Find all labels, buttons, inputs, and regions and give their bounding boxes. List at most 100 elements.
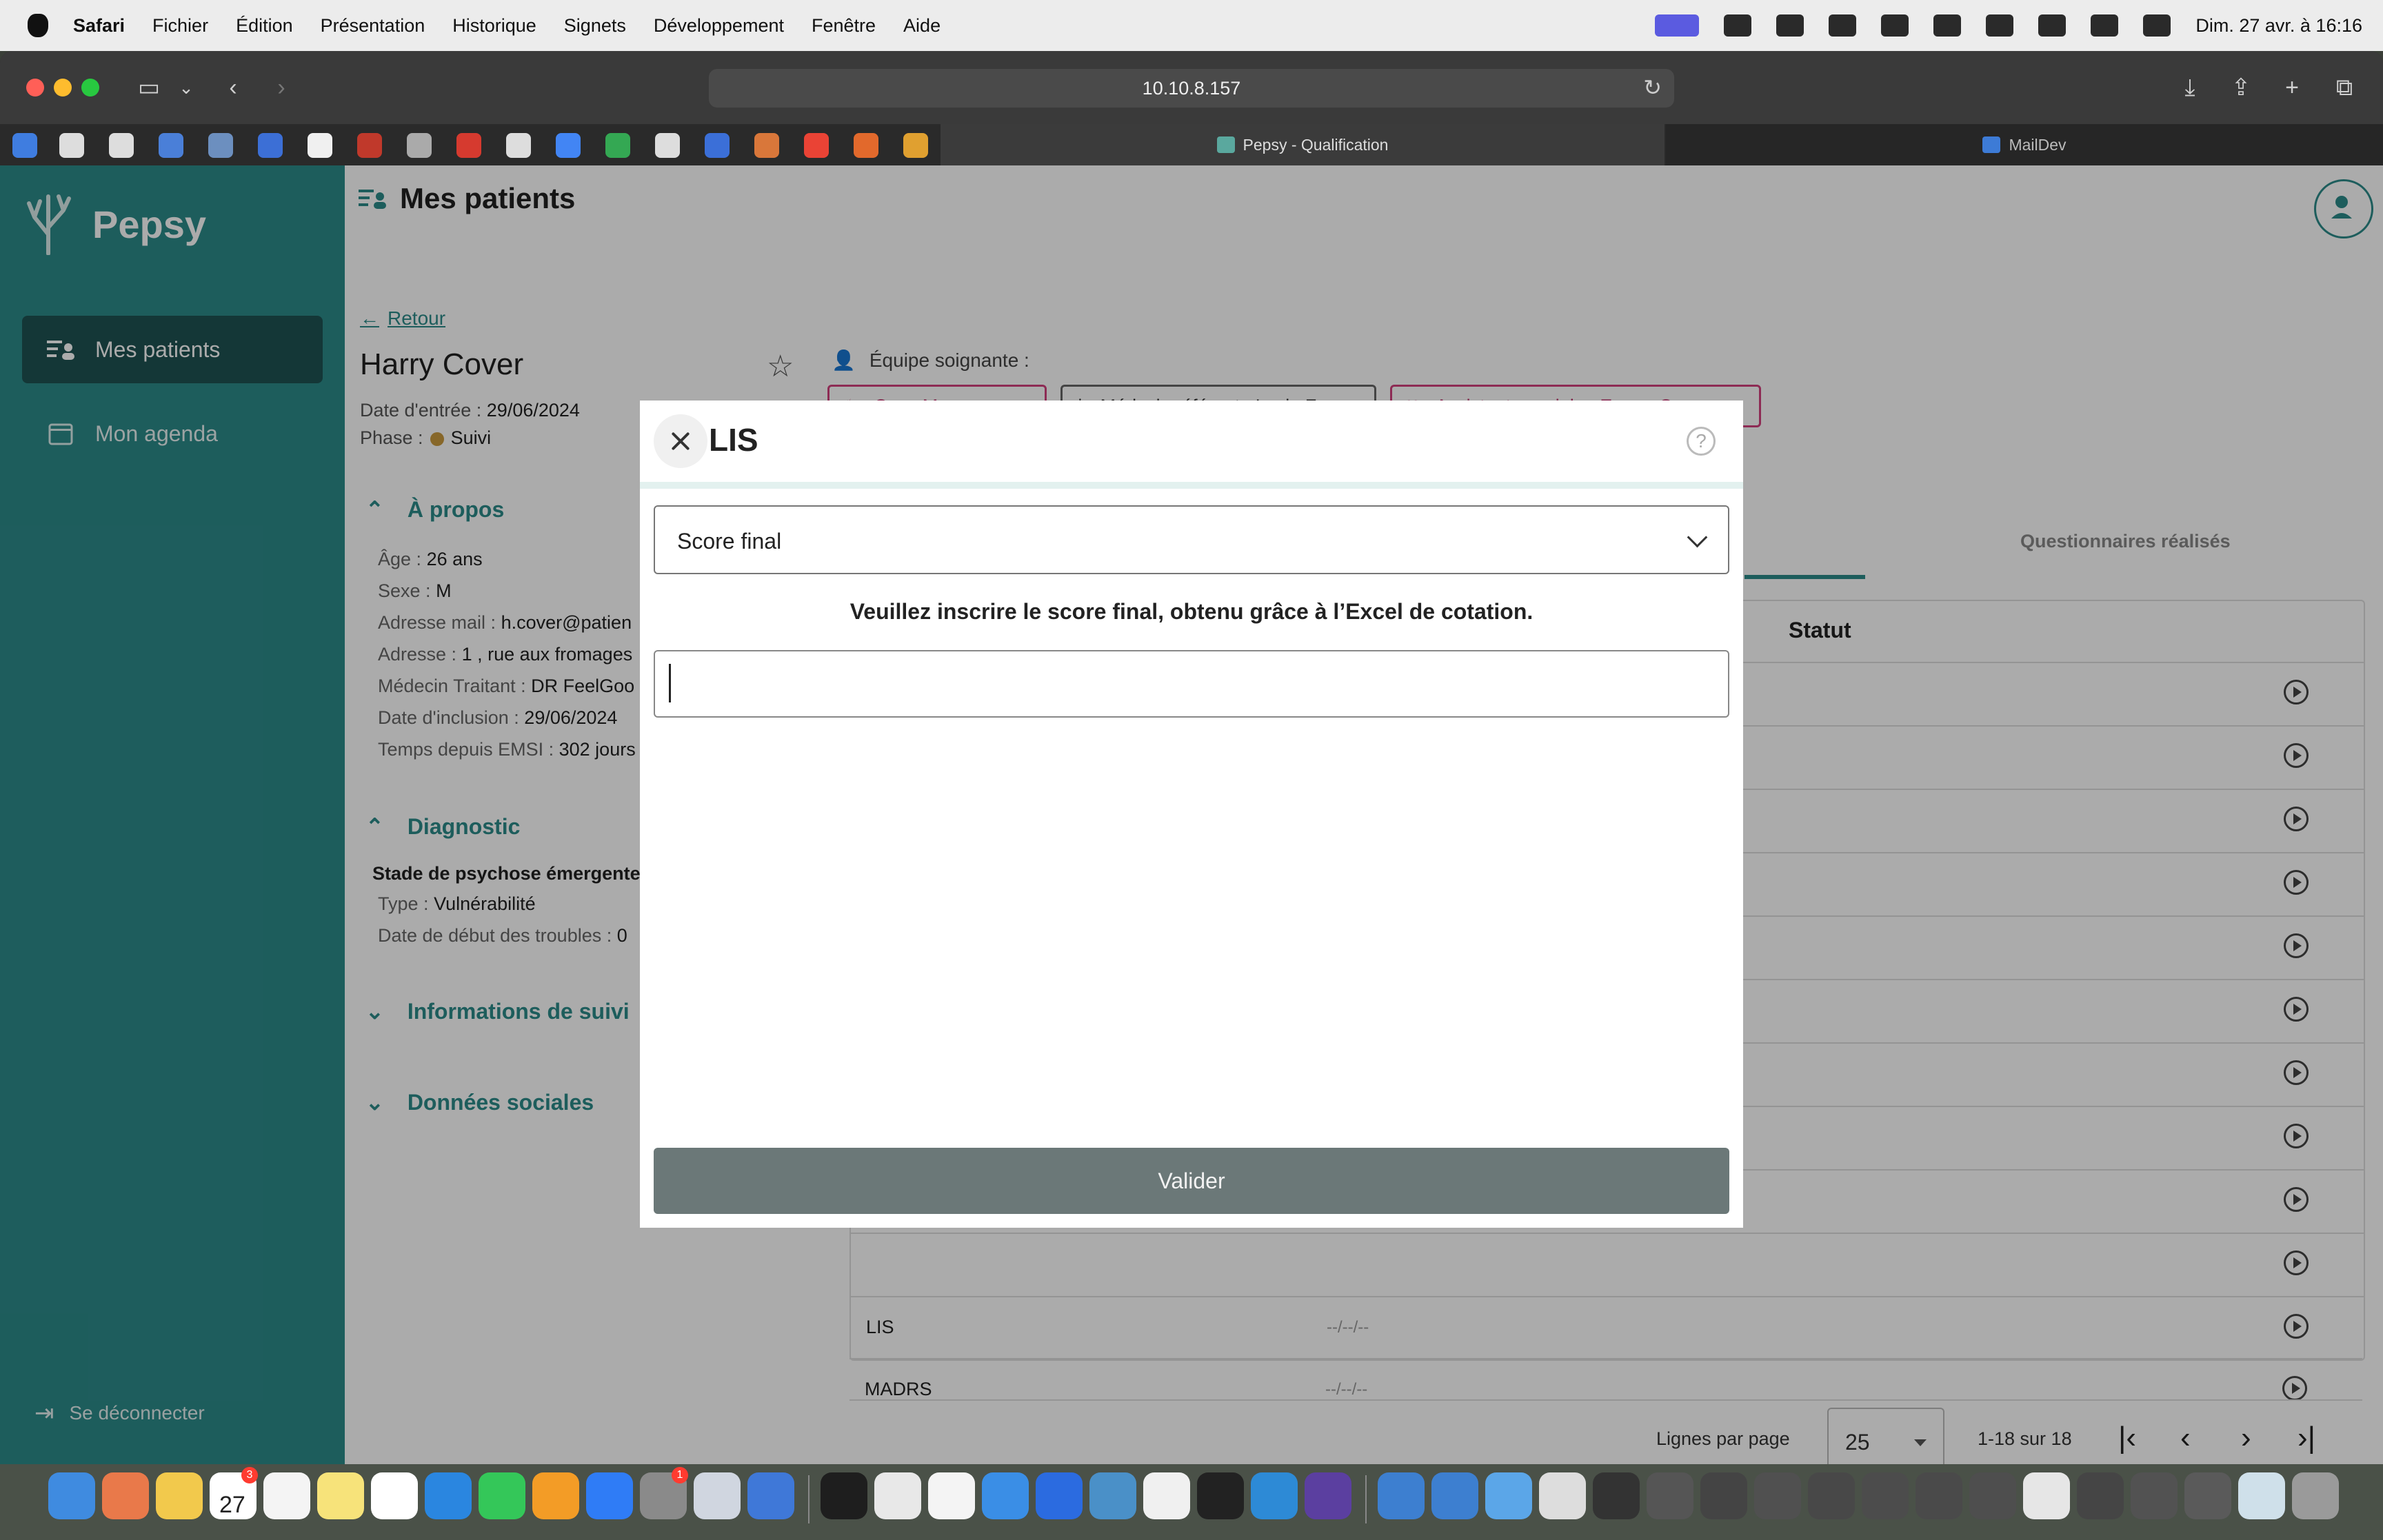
downloads-folder-icon[interactable] (1485, 1472, 1532, 1519)
window-thumbnail-icon-6[interactable] (1808, 1472, 1855, 1519)
claude-favicon-icon[interactable] (754, 133, 779, 158)
translate-icon[interactable] (1776, 14, 1804, 37)
launchpad-icon[interactable] (102, 1472, 149, 1519)
pages-icon[interactable] (532, 1472, 579, 1519)
wifi-icon[interactable] (2038, 14, 2067, 37)
score-type-select[interactable]: Score final (654, 505, 1729, 574)
menu-historique[interactable]: Historique (452, 15, 536, 37)
window-thumbnail-icon-5[interactable] (1754, 1472, 1801, 1519)
window-thumbnail-icon-13[interactable] (2184, 1472, 2231, 1519)
xcode-icon[interactable] (747, 1472, 794, 1519)
favicon-icon-7[interactable] (308, 133, 332, 158)
favicon-icon-13[interactable] (605, 133, 630, 158)
back-arrow-icon[interactable]: ‹ (219, 74, 247, 101)
elephant-app-icon[interactable] (1143, 1472, 1190, 1519)
window-thumbnail-icon-11[interactable] (2077, 1472, 2124, 1519)
apple-icon[interactable] (28, 14, 48, 37)
sidebar-toggle-icon[interactable]: ▭ (135, 74, 163, 101)
minimize-window-button[interactable] (54, 79, 72, 97)
jira-favicon-icon[interactable] (12, 133, 37, 158)
chevron-down-icon[interactable]: ⌄ (172, 74, 200, 101)
apple-favicon-icon[interactable] (506, 133, 531, 158)
numbers-icon[interactable] (479, 1472, 525, 1519)
share-icon[interactable]: ⇪ (2227, 74, 2255, 101)
reload-icon[interactable]: ↻ (1643, 74, 1662, 101)
bitwarden-favicon-icon[interactable] (258, 133, 283, 158)
app-store-icon[interactable] (586, 1472, 633, 1519)
final-score-input[interactable] (654, 650, 1729, 718)
menu-fenetre[interactable]: Fenêtre (812, 15, 876, 37)
gemini-favicon-icon[interactable] (705, 133, 730, 158)
textedit-icon[interactable] (928, 1472, 975, 1519)
terminal-icon[interactable] (821, 1472, 867, 1519)
drive-icon[interactable] (1881, 14, 1909, 37)
notes-icon[interactable] (317, 1472, 364, 1519)
vpn-icon[interactable] (1829, 14, 1857, 37)
zoom-window-button[interactable] (81, 79, 99, 97)
menu-clock[interactable]: Dim. 27 avr. à 16:16 (2195, 15, 2362, 37)
reminders-icon[interactable] (263, 1472, 310, 1519)
window-thumbnail-icon-14[interactable] (2238, 1472, 2285, 1519)
favicon-icon-10[interactable] (456, 133, 481, 158)
window-thumbnail-icon-9[interactable] (1969, 1472, 2016, 1519)
window-thumbnail-icon-12[interactable] (2131, 1472, 2178, 1519)
menu-edition[interactable]: Édition (236, 15, 293, 37)
photos-icon[interactable] (156, 1472, 203, 1519)
window-thumbnail-icon-3[interactable] (1647, 1472, 1693, 1519)
github-favicon-icon[interactable] (59, 133, 84, 158)
markdown-app-icon[interactable] (1089, 1472, 1136, 1519)
network-icon-2[interactable] (1431, 1472, 1478, 1519)
window-thumbnail-icon[interactable] (1539, 1472, 1586, 1519)
tab-overview-icon[interactable]: ⧉ (2331, 74, 2358, 101)
freeform-icon[interactable] (371, 1472, 418, 1519)
battery-icon[interactable] (1986, 14, 2014, 37)
gitlab-favicon-icon[interactable] (854, 133, 878, 158)
network-icon[interactable] (1378, 1472, 1425, 1519)
window-thumbnail-icon-2[interactable] (1593, 1472, 1640, 1519)
window-thumbnail-icon-7[interactable] (1862, 1472, 1909, 1519)
docker-favicon-icon[interactable] (159, 133, 183, 158)
favicon-icon-19[interactable] (903, 133, 928, 158)
window-thumbnail-icon-4[interactable] (1700, 1472, 1747, 1519)
calendar-favicon-icon[interactable] (556, 133, 581, 158)
menu-aide[interactable]: Aide (903, 15, 941, 37)
spotlight-search-icon[interactable] (2091, 14, 2119, 37)
window-thumbnail-icon-8[interactable] (1916, 1472, 1962, 1519)
menu-app-safari[interactable]: Safari (73, 15, 125, 37)
tab-maildev[interactable]: MailDev (1666, 124, 2383, 165)
close-dialog-button[interactable] (654, 414, 707, 468)
openai-favicon-icon[interactable] (655, 133, 680, 158)
maps-pin-icon[interactable] (1036, 1472, 1083, 1519)
safari-icon[interactable] (982, 1472, 1029, 1519)
grammarly-icon[interactable] (1724, 14, 1752, 37)
finder-icon[interactable] (48, 1472, 95, 1519)
downloads-icon[interactable]: ⤓ (2176, 74, 2204, 101)
menu-presentation[interactable]: Présentation (321, 15, 425, 37)
screen-mirroring-icon[interactable] (1655, 14, 1700, 37)
vscode-icon[interactable] (1251, 1472, 1298, 1519)
bluetooth-icon[interactable] (1933, 14, 1962, 37)
gmail-favicon-icon[interactable] (804, 133, 829, 158)
menu-developpement[interactable]: Développement (654, 15, 784, 37)
pycharm-icon[interactable] (1197, 1472, 1244, 1519)
keynote-icon[interactable] (425, 1472, 472, 1519)
address-bar[interactable]: 10.10.8.157 ↻ (709, 69, 1674, 108)
menu-fichier[interactable]: Fichier (152, 15, 208, 37)
window-thumbnail-icon-10[interactable] (2023, 1472, 2070, 1519)
favicon-icon-9[interactable] (407, 133, 432, 158)
graphql-app-icon[interactable] (1305, 1472, 1351, 1519)
control-center-icon[interactable] (2143, 14, 2171, 37)
validate-button[interactable]: Valider (654, 1148, 1729, 1214)
new-tab-icon[interactable]: + (2278, 74, 2306, 101)
menu-signets[interactable]: Signets (564, 15, 626, 37)
close-window-button[interactable] (26, 79, 44, 97)
chrome-icon[interactable] (874, 1472, 921, 1519)
forward-arrow-icon[interactable]: › (268, 74, 295, 101)
tab-pepsy[interactable]: Pepsy - Qualification (941, 124, 1665, 165)
favicon-icon-5[interactable] (208, 133, 233, 158)
github-favicon-icon-2[interactable] (109, 133, 134, 158)
vpn-app-icon[interactable] (694, 1472, 741, 1519)
trash-icon[interactable] (2292, 1472, 2339, 1519)
help-icon[interactable]: ? (1687, 427, 1716, 456)
favicon-icon-8[interactable] (357, 133, 382, 158)
